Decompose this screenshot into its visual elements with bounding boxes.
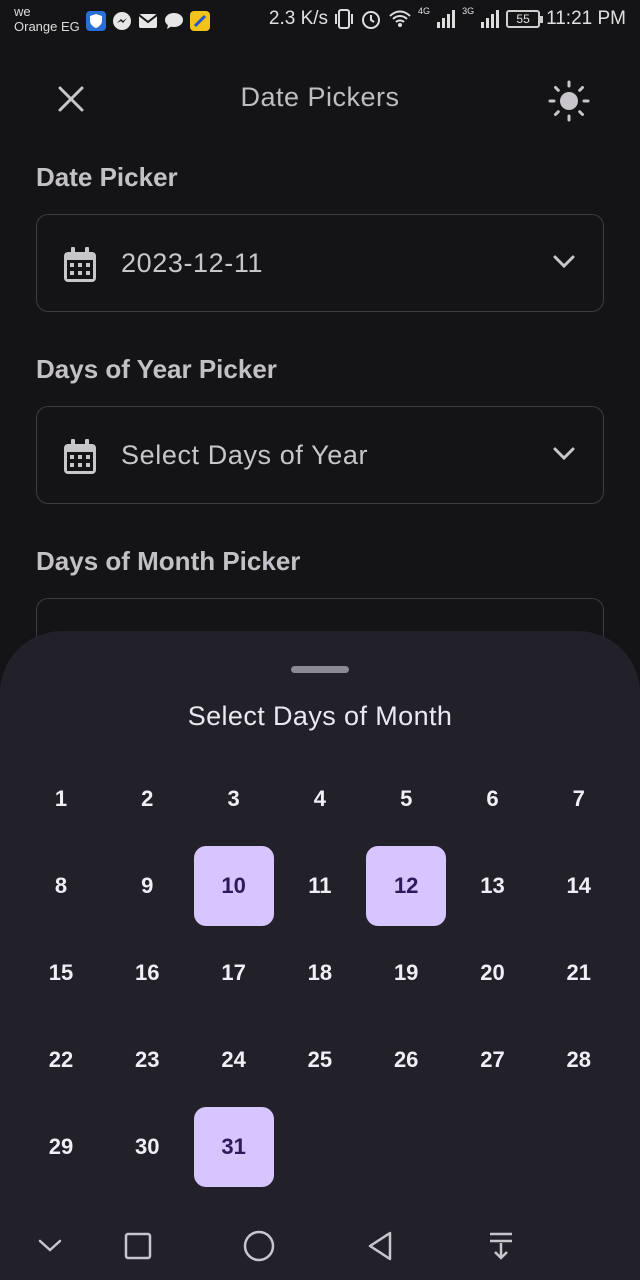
chevron-down-icon	[553, 255, 575, 269]
day-cell[interactable]: 3	[194, 759, 274, 839]
mail-icon	[138, 11, 158, 31]
day-cell[interactable]: 17	[194, 933, 274, 1013]
days-of-month-sheet: Select Days of Month 1 2 3 4 5 6 7 8 9 10 11 12 13 14…	[0, 631, 640, 1280]
hide-nav-button[interactable]	[28, 1224, 72, 1268]
date-picker-label: Date Picker	[36, 162, 178, 192]
day-cell[interactable]: 25	[280, 1020, 360, 1100]
back-triangle-icon	[368, 1231, 392, 1261]
day-cell[interactable]: 11	[280, 846, 360, 926]
net-speed: 2.3 K/s	[268, 8, 329, 29]
battery-level: 55	[516, 12, 530, 26]
day-cell[interactable]: 22	[21, 1020, 101, 1100]
signal-icon-2	[481, 10, 500, 28]
day-cell[interactable]: 29	[21, 1107, 101, 1187]
chevron-down-icon	[553, 447, 575, 461]
home-circle-icon	[243, 1230, 275, 1262]
recents-button[interactable]	[116, 1224, 160, 1268]
signal-icon-1	[437, 10, 456, 28]
date-value: 2023-12-11	[121, 248, 264, 278]
day-cell[interactable]: 13	[453, 846, 533, 926]
back-button[interactable]	[358, 1224, 402, 1268]
chat-icon	[164, 11, 184, 31]
day-cell-selected[interactable]: 12	[366, 846, 447, 926]
app-bar: Date Pickers	[0, 42, 640, 156]
day-cell[interactable]: 24	[194, 1020, 274, 1100]
day-cell[interactable]: 6	[453, 759, 533, 839]
vibrate-icon	[335, 9, 354, 29]
chevron-down-icon	[38, 1239, 62, 1252]
day-cell[interactable]: 30	[107, 1107, 187, 1187]
date-picker-field[interactable]: 2023-12-11	[36, 214, 604, 312]
network-type-1: 4G	[418, 6, 431, 16]
wifi-icon	[389, 10, 411, 27]
day-cell[interactable]: 23	[107, 1020, 187, 1100]
day-cell[interactable]: 2	[107, 759, 187, 839]
drag-handle[interactable]	[291, 666, 349, 673]
theme-toggle-button[interactable]	[546, 78, 592, 124]
home-button[interactable]	[237, 1224, 281, 1268]
day-cell[interactable]: 20	[453, 933, 533, 1013]
calendar-icon	[64, 247, 96, 282]
carrier-line-2: Orange EG	[14, 19, 80, 34]
days-of-month-label: Days of Month Picker	[36, 546, 301, 576]
carrier-info: we Orange EG	[14, 4, 80, 34]
day-cell[interactable]: 9	[107, 846, 187, 926]
sheet-title: Select Days of Month	[187, 701, 453, 731]
messenger-icon	[112, 11, 132, 31]
days-of-year-label: Days of Year Picker	[36, 354, 277, 384]
sun-icon	[548, 80, 590, 122]
calendar-icon	[64, 439, 96, 474]
clock: 11:21 PM	[546, 8, 626, 29]
notification-pull-button[interactable]	[479, 1224, 523, 1268]
day-cell-selected[interactable]: 10	[193, 846, 274, 926]
day-cell[interactable]: 15	[21, 933, 101, 1013]
app-notification-icon	[190, 11, 210, 31]
status-bar: we Orange EG 2.3 K/s 4G 3G 55 11:21 PM	[0, 0, 640, 42]
day-cell[interactable]: 26	[366, 1020, 446, 1100]
day-cell[interactable]: 16	[107, 933, 187, 1013]
day-cell[interactable]: 14	[539, 846, 619, 926]
notification-icons	[86, 11, 210, 31]
system-nav-bar	[0, 1210, 640, 1280]
status-right: 2.3 K/s 4G 3G 55 11:21 PM	[268, 6, 626, 30]
days-of-year-field[interactable]: Select Days of Year	[36, 406, 604, 504]
day-cell[interactable]: 4	[280, 759, 360, 839]
days-of-year-placeholder: Select Days of Year	[121, 440, 369, 470]
battery-indicator: 55	[506, 10, 544, 28]
day-cell[interactable]: 18	[280, 933, 360, 1013]
day-cell[interactable]: 5	[366, 759, 446, 839]
shield-app-icon	[86, 11, 106, 31]
day-cell[interactable]: 19	[366, 933, 446, 1013]
day-cell[interactable]: 7	[539, 759, 619, 839]
day-cell[interactable]: 8	[21, 846, 101, 926]
day-cell-selected[interactable]: 31	[193, 1107, 274, 1187]
day-cell[interactable]: 1	[21, 759, 101, 839]
day-cell[interactable]: 27	[453, 1020, 533, 1100]
notification-pull-icon	[490, 1232, 512, 1260]
alarm-icon	[362, 11, 381, 29]
day-cell[interactable]: 28	[539, 1020, 619, 1100]
carrier-line-1: we	[14, 4, 31, 19]
recents-square-icon	[124, 1232, 152, 1260]
page-title: Date Pickers	[240, 82, 400, 112]
network-type-2: 3G	[462, 6, 475, 16]
day-cell[interactable]: 21	[539, 933, 619, 1013]
